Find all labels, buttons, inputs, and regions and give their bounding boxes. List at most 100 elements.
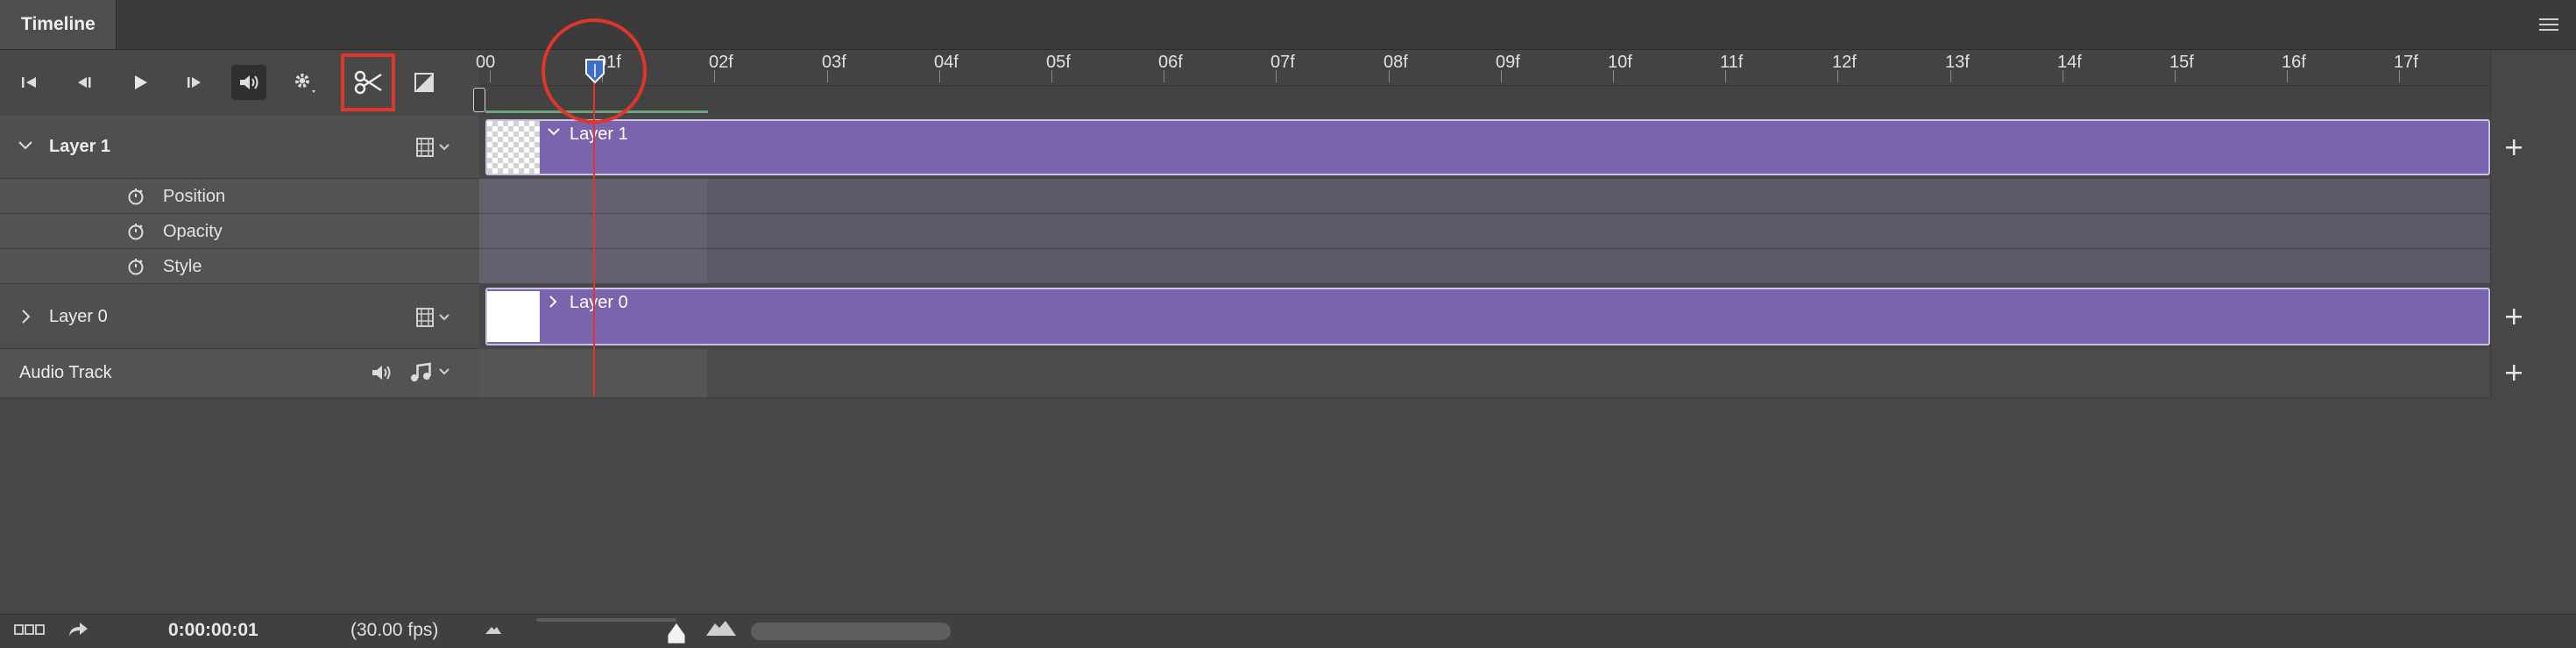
add-audio-button[interactable] [2499,358,2529,388]
ruler-tick-mark [714,70,715,82]
stopwatch-position-icon[interactable] [126,187,145,206]
plus-icon [2506,309,2522,324]
play-button[interactable] [123,65,158,100]
ruler-tick-mark [1389,70,1390,82]
ruler-tick-label: 09f [1496,53,1520,72]
ruler-tick-mark [1276,70,1277,82]
add-media-layer-0-button[interactable] [2499,302,2529,331]
ruler-tick-label: 03f [822,53,846,72]
panel-header [0,0,2576,50]
ruler-tick-label: 08f [1384,53,1408,72]
add-media-gutter [2490,50,2576,398]
transition-icon [414,73,434,92]
layer-0-clip-label: Layer 0 [570,293,628,312]
frame-rate: (30.00 fps) [350,620,439,640]
ruler-tick-mark [1501,70,1502,82]
layer-1-thumbnail [487,121,540,174]
gear-icon [295,74,315,93]
property-label-style: Style [163,257,202,276]
horizontal-scrollbar[interactable] [751,623,951,640]
playhead-highlight-circle [541,18,647,124]
keyframe-track-position[interactable] [479,179,2490,214]
plus-icon [2506,365,2522,381]
property-row-opacity[interactable] [0,214,479,249]
speaker-icon [240,75,258,89]
plus-icon [2506,139,2522,155]
stopwatch-opacity-icon[interactable] [126,222,145,241]
previous-frame-icon [78,77,91,88]
property-label-position: Position [163,187,226,206]
go-to-first-frame-button[interactable] [12,65,47,100]
ruler-tick-label: 07f [1270,53,1295,72]
ruler-tick-mark [827,70,828,82]
layer-1-label: Layer 1 [49,137,111,156]
zoom-in-icon[interactable] [704,617,740,638]
property-row-style[interactable] [0,249,479,284]
audio-track-speaker-icon[interactable] [370,363,394,382]
ruler-tick-label: 16f [2282,53,2306,72]
panel-menu-icon[interactable] [2539,18,2558,32]
property-row-position[interactable] [0,179,479,214]
play-icon [135,75,147,89]
ruler-tick-label: 13f [1945,53,1970,72]
ruler-tick-label: 04f [934,53,959,72]
audio-track-lane[interactable] [479,349,2490,398]
ruler-tick-mark [2287,70,2288,82]
previous-frame-button[interactable] [67,65,102,100]
layer-0-clip[interactable] [485,288,2490,345]
ruler-tick-mark [1613,70,1614,82]
ruler-tick-label: 11f [1720,53,1744,72]
layer-0-label: Layer 0 [49,307,108,326]
ruler-tick-label: 10f [1608,53,1632,72]
layer-1-clip[interactable] [485,119,2490,175]
ruler-tick-label: 14f [2057,53,2082,72]
layer-0-clip-chevron-icon[interactable] [548,295,557,309]
layer-1-clip-chevron-icon[interactable] [547,128,561,137]
audio-track-label: Audio Track [19,363,112,382]
transition-button[interactable] [407,65,442,100]
ruler-tick-mark [1051,70,1052,82]
settings-button[interactable] [287,65,322,100]
stopwatch-style-icon[interactable] [126,257,145,276]
go-to-first-frame-icon [22,77,36,88]
layer-0-thumbnail [487,291,540,342]
next-frame-icon [188,77,201,88]
convert-to-frame-animation-icon[interactable] [14,623,46,637]
empty-track-area [0,398,2576,614]
ruler-tick-label: 17f [2394,53,2418,72]
ruler-tick-mark [2399,70,2400,82]
keyframe-track-opacity[interactable] [479,214,2490,249]
ruler-tick-label: 15f [2169,53,2194,72]
expand-layer-0-chevron-icon[interactable] [21,309,32,324]
ruler-divider [479,85,2490,86]
add-media-layer-1-button[interactable] [2499,132,2529,162]
layer-1-film-menu-icon[interactable] [415,137,456,158]
ruler-tick-mark [490,70,491,82]
property-label-opacity: Opacity [163,222,223,241]
keyframe-track-style[interactable] [479,249,2490,284]
ruler-tick-label: 06f [1158,53,1183,72]
ruler-tick-label: 02f [709,53,733,72]
ruler-tick-label: 12f [1832,53,1857,72]
render-video-icon[interactable] [67,619,91,638]
ruler-tick-mark [1837,70,1838,82]
ruler-tick-label: 00 [476,53,496,72]
collapse-layer-1-chevron-icon[interactable] [18,140,33,151]
panel-title: Timeline [21,14,96,34]
ruler-tick-mark [1950,70,1951,82]
ruler-tick-mark [2175,70,2176,82]
next-frame-button[interactable] [177,65,212,100]
current-timecode: 0:00:00:01 [168,620,258,640]
work-area-start-handle[interactable] [473,88,485,112]
ruler-tick-mark [939,70,940,82]
music-note-menu-icon[interactable] [408,361,456,384]
zoom-slider-thumb[interactable] [666,621,687,645]
zoom-slider-track[interactable] [536,618,676,622]
ruler-tick-mark [1725,70,1726,82]
zoom-out-icon[interactable] [484,621,503,637]
layer-1-clip-label: Layer 1 [570,125,628,144]
ruler-tick-label: 05f [1046,53,1071,72]
mute-audio-button[interactable] [231,65,266,100]
layer-0-film-menu-icon[interactable] [415,307,456,328]
split-button-highlight [341,53,395,111]
